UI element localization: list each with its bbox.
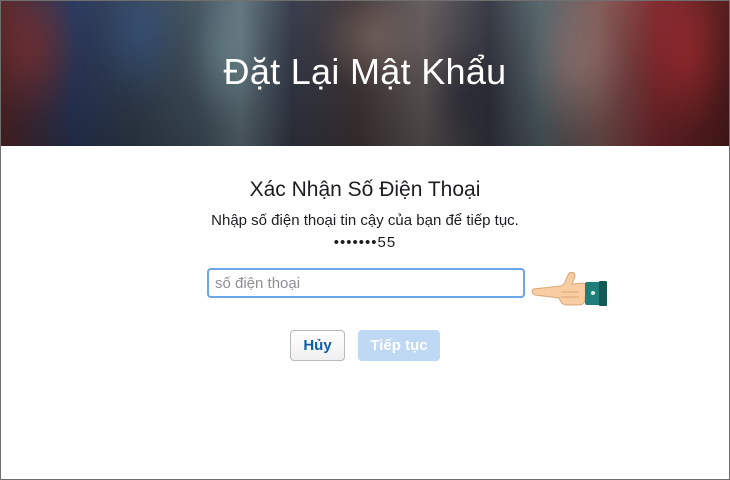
cancel-button[interactable]: Hủy xyxy=(290,330,345,361)
instruction-text: Nhập số điện thoại tin cậy của bạn để ti… xyxy=(211,212,519,229)
header-banner: Đặt Lại Mật Khẩu xyxy=(1,1,729,146)
masked-phone-number: •••••••55 xyxy=(333,234,397,251)
phone-number-input[interactable] xyxy=(207,268,525,298)
continue-button[interactable]: Tiếp tục xyxy=(358,330,440,361)
section-title: Xác Nhận Số Điện Thoại xyxy=(249,178,481,201)
page-title: Đặt Lại Mật Khẩu xyxy=(223,51,507,92)
reset-password-window: Đặt Lại Mật Khẩu Xác Nhận Số Điện Thoại … xyxy=(0,0,730,480)
pointing-hand-icon xyxy=(531,271,607,306)
